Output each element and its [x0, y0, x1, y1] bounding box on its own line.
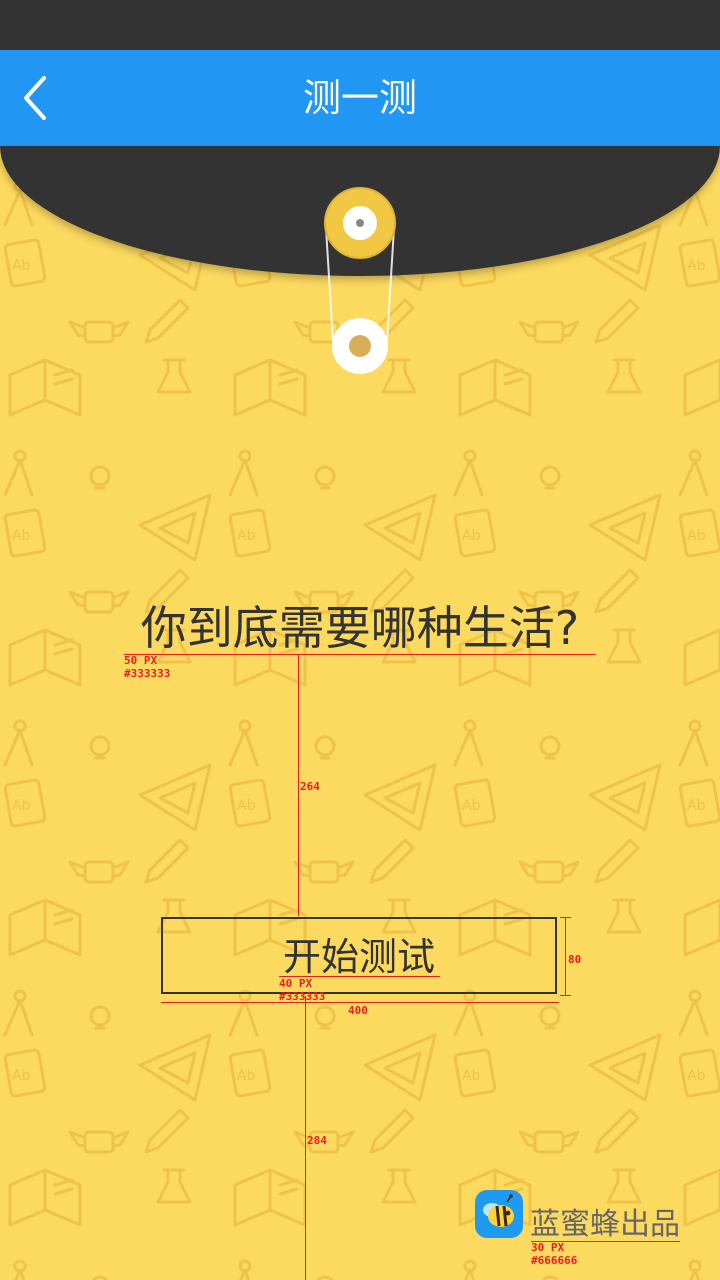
question-title: 你到底需要哪种生活?	[140, 601, 580, 655]
question-underline	[124, 654, 596, 655]
gap-bottom-annotation: 284	[307, 1134, 327, 1147]
button-height-annotation: 80	[568, 953, 582, 966]
button-height-cap-top	[560, 917, 571, 918]
button-height-cap-bottom	[560, 995, 571, 996]
button-height-line	[565, 917, 566, 996]
page-title: 测一测	[302, 76, 417, 120]
nav-bar: 测一测	[0, 50, 720, 146]
background-pattern: Ab	[0, 146, 720, 1280]
status-bar	[0, 0, 720, 50]
button-width-annotation: 400	[348, 1004, 368, 1017]
button-width-line	[161, 1002, 559, 1003]
brand-color-annotation: #666666	[531, 1254, 578, 1267]
brand-font-annotation: 30 PX	[531, 1241, 565, 1254]
brand-text: 蓝蜜蜂出品	[530, 1207, 680, 1242]
start-test-button[interactable]: 开始测试	[161, 917, 557, 994]
gap-top-line	[298, 654, 299, 916]
gap-top-annotation: 264	[300, 780, 320, 793]
bee-logo-icon	[475, 1190, 523, 1238]
question-color-annotation: #333333	[124, 667, 171, 680]
gap-bottom-line	[305, 996, 306, 1280]
question-font-annotation: 50 PX	[124, 654, 158, 667]
button-font-annotation: 40 PX	[279, 977, 313, 990]
